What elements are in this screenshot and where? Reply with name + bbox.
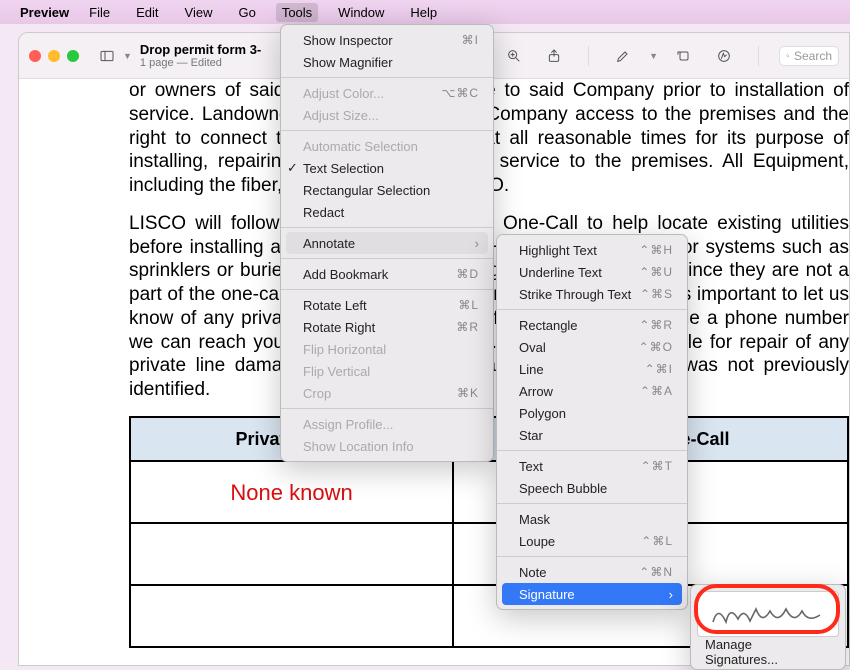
menu-help[interactable]: Help bbox=[404, 3, 443, 22]
chevron-right-icon: › bbox=[475, 236, 479, 251]
menu-note[interactable]: Note⌃⌘N bbox=[497, 561, 687, 583]
menu-show-magnifier[interactable]: Show Magnifier bbox=[281, 51, 493, 73]
search-icon bbox=[786, 50, 790, 62]
minimize-button[interactable] bbox=[48, 50, 60, 62]
menu-window[interactable]: Window bbox=[332, 3, 390, 22]
menu-signature[interactable]: Signature› bbox=[502, 583, 682, 605]
menu-text[interactable]: Text⌃⌘T bbox=[497, 455, 687, 477]
menu-arrow[interactable]: Arrow⌃⌘A bbox=[497, 380, 687, 402]
menu-strike-text[interactable]: Strike Through Text⌃⌘S bbox=[497, 283, 687, 305]
menu-text-selection[interactable]: ✓Text Selection bbox=[281, 157, 493, 179]
signature-icon bbox=[708, 597, 828, 631]
menu-rotate-left[interactable]: Rotate Left⌘L bbox=[281, 294, 493, 316]
markup-button[interactable] bbox=[710, 44, 738, 68]
document-subtitle: 1 page — Edited bbox=[140, 57, 261, 69]
signature-submenu: Manage Signatures... bbox=[690, 584, 846, 670]
highlight-tool-button[interactable] bbox=[609, 44, 637, 68]
app-name[interactable]: Preview bbox=[20, 5, 69, 20]
tools-menu: Show Inspector⌘I Show Magnifier Adjust C… bbox=[280, 24, 494, 462]
menu-line[interactable]: Line⌃⌘I bbox=[497, 358, 687, 380]
zoom-in-button[interactable] bbox=[500, 44, 528, 68]
annotate-submenu: Highlight Text⌃⌘H Underline Text⌃⌘U Stri… bbox=[496, 234, 688, 610]
search-field[interactable]: Search bbox=[779, 46, 839, 66]
table-cell bbox=[130, 523, 453, 585]
document-title-area[interactable]: Drop permit form 3- 1 page — Edited bbox=[140, 42, 261, 69]
sidebar-toggle-button[interactable] bbox=[93, 44, 121, 68]
menu-rotate-right[interactable]: Rotate Right⌘R bbox=[281, 316, 493, 338]
menu-edit[interactable]: Edit bbox=[130, 3, 164, 22]
rotate-button[interactable] bbox=[670, 44, 698, 68]
document-title: Drop permit form 3- bbox=[140, 42, 261, 57]
system-menubar: Preview File Edit View Go Tools Window H… bbox=[0, 0, 850, 24]
chevron-down-icon[interactable]: ▼ bbox=[649, 51, 658, 61]
menu-adjust-color: Adjust Color...⌥⌘C bbox=[281, 82, 493, 104]
menu-speech-bubble[interactable]: Speech Bubble bbox=[497, 477, 687, 499]
menu-automatic-selection: Automatic Selection bbox=[281, 135, 493, 157]
menu-star[interactable]: Star bbox=[497, 424, 687, 446]
menu-show-location: Show Location Info bbox=[281, 435, 493, 457]
menu-add-bookmark[interactable]: Add Bookmark⌘D bbox=[281, 263, 493, 285]
chevron-down-icon[interactable]: ▼ bbox=[123, 51, 132, 61]
menu-go[interactable]: Go bbox=[232, 3, 261, 22]
menu-adjust-size: Adjust Size... bbox=[281, 104, 493, 126]
menu-rectangle[interactable]: Rectangle⌃⌘R bbox=[497, 314, 687, 336]
cell-none-known: None known bbox=[130, 461, 453, 523]
check-icon: ✓ bbox=[287, 160, 298, 176]
signature-preview[interactable] bbox=[697, 591, 839, 637]
search-placeholder: Search bbox=[794, 49, 832, 63]
menu-crop: Crop⌘K bbox=[281, 382, 493, 404]
menu-oval[interactable]: Oval⌃⌘O bbox=[497, 336, 687, 358]
zoom-button[interactable] bbox=[67, 50, 79, 62]
menu-flip-horizontal: Flip Horizontal bbox=[281, 338, 493, 360]
menu-loupe[interactable]: Loupe⌃⌘L bbox=[497, 530, 687, 552]
menu-manage-signatures[interactable]: Manage Signatures... bbox=[697, 641, 839, 663]
menu-mask[interactable]: Mask bbox=[497, 508, 687, 530]
menu-file[interactable]: File bbox=[83, 3, 116, 22]
menu-highlight-text[interactable]: Highlight Text⌃⌘H bbox=[497, 239, 687, 261]
menu-tools[interactable]: Tools bbox=[276, 3, 318, 22]
window-controls bbox=[29, 50, 79, 62]
menu-view[interactable]: View bbox=[179, 3, 219, 22]
menu-polygon[interactable]: Polygon bbox=[497, 402, 687, 424]
menu-assign-profile: Assign Profile... bbox=[281, 413, 493, 435]
menu-flip-vertical: Flip Vertical bbox=[281, 360, 493, 382]
menu-annotate[interactable]: Annotate› bbox=[286, 232, 488, 254]
menu-rectangular-selection[interactable]: Rectangular Selection bbox=[281, 179, 493, 201]
menu-show-inspector[interactable]: Show Inspector⌘I bbox=[281, 29, 493, 51]
table-cell bbox=[130, 585, 453, 647]
share-button[interactable] bbox=[540, 44, 568, 68]
menu-redact[interactable]: Redact bbox=[281, 201, 493, 223]
menu-underline-text[interactable]: Underline Text⌃⌘U bbox=[497, 261, 687, 283]
chevron-right-icon: › bbox=[669, 587, 673, 602]
close-button[interactable] bbox=[29, 50, 41, 62]
